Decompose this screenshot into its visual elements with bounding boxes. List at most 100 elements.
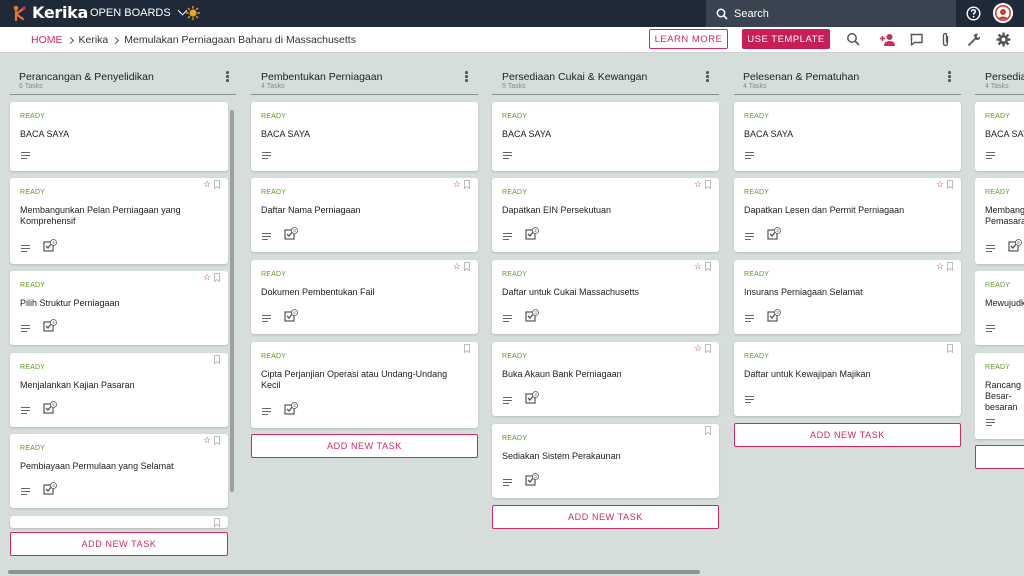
task-card[interactable]: READY BACA SAYA [734,102,961,171]
search-icon [716,8,728,20]
task-card[interactable]: ☆ READY Dokumen Pembentukan Fail 4 [251,260,478,334]
star-icon[interactable]: ☆ [694,344,702,353]
star-icon[interactable]: ☆ [203,273,211,282]
open-boards-menu[interactable]: OPEN BOARDS [90,5,188,19]
task-card[interactable]: READY Cipta Perjanjian Operasi atau Unda… [251,342,478,428]
star-icon[interactable]: ☆ [936,180,944,189]
bookmark-icon[interactable] [705,344,711,353]
top-bar: Kerika OPEN BOARDS [0,0,1024,27]
bookmark-icon[interactable] [464,344,470,353]
add-new-task-button[interactable]: ADD NEW TASK [10,532,228,556]
description-icon [503,315,512,324]
task-card[interactable]: READY Rancang Besar-besaran [975,353,1024,439]
search-input[interactable] [734,7,934,20]
star-icon[interactable]: ☆ [203,180,211,189]
task-card[interactable]: ☆ READY Buka Akaun Bank Perniagaan 3 [492,342,719,416]
brand-name: Kerika [32,3,88,22]
checklist-icon: 4 [43,319,57,332]
column-title: Persediaan [985,71,1024,83]
settings-icon[interactable] [996,32,1011,47]
task-status: READY [261,353,287,360]
board-horizontal-scrollbar[interactable] [0,568,1024,576]
column-menu-icon[interactable] [226,71,230,83]
star-icon[interactable]: ☆ [936,262,944,271]
bookmark-icon[interactable] [214,355,220,364]
task-title: Sediakan Sistem Perakaunan [502,451,621,461]
task-card[interactable]: READY BACA SAYA [492,102,719,171]
bookmark-icon[interactable] [947,344,953,353]
bookmark-icon[interactable] [947,180,953,189]
bookmark-icon[interactable] [214,436,220,445]
bookmark-icon[interactable] [705,426,711,435]
task-card[interactable]: ☆ READY Dapatkan Lesen dan Permit Pernia… [734,178,961,252]
task-card[interactable]: ☆ READY Insurans Perniagaan Selamat 3 [734,260,961,334]
task-card[interactable]: READY Mewujudkan [975,271,1024,345]
task-card[interactable]: ☆ READY Pilih Struktur Perniagaan 4 [10,271,228,345]
scrollbar-thumb[interactable] [8,570,700,574]
task-card[interactable]: READY Daftar untuk Kewajipan Majikan [734,342,961,416]
learn-more-button[interactable]: LEARN MORE [649,29,728,49]
bookmark-icon[interactable] [214,180,220,189]
checklist-icon: 5 [1008,239,1022,252]
task-title: Membangunkan Pelan Perniagaan yang Kompr… [20,205,181,226]
breadcrumb-home[interactable]: HOME [31,34,63,46]
attachment-icon[interactable] [938,32,953,47]
bookmark-icon[interactable] [705,180,711,189]
task-card[interactable]: ☆ READY Pembiayaan Permulaan yang Selama… [10,434,228,508]
star-icon[interactable]: ☆ [453,262,461,271]
star-icon[interactable]: ☆ [694,180,702,189]
task-card[interactable]: ☆ READY Dapatkan EIN Persekutuan 2 [492,178,719,252]
bookmark-icon[interactable] [464,262,470,271]
task-card[interactable]: ☆ READY Membangunkan Pelan Perniagaan ya… [10,178,228,264]
task-card[interactable]: READY BACA SAYA [975,102,1024,171]
column-task-count: 5 Tasks [502,83,526,90]
star-icon[interactable]: ☆ [203,436,211,445]
column-menu-icon[interactable] [706,71,710,83]
breadcrumb-account[interactable]: Kerika [79,34,109,46]
column-task-count: 4 Tasks [261,83,285,90]
add-new-task-button[interactable]: ADD NEW TASK [492,505,719,529]
help-icon[interactable] [966,6,981,21]
column-pelesenan: Pelesenan & Pematuhan 4 Tasks READY BACA… [734,53,961,453]
task-card[interactable]: ☆ READY Daftar Nama Perniagaan 3 [251,178,478,252]
search-icon[interactable] [846,32,861,47]
column-header: Pelesenan & Pematuhan 4 Tasks [734,53,961,95]
avatar[interactable] [993,3,1013,23]
star-icon[interactable]: ☆ [453,180,461,189]
task-card[interactable]: READY Menjalankan Kajian Pasaran 5 [10,353,228,427]
bookmark-icon[interactable] [947,262,953,271]
task-title: BACA SAYA [20,129,70,139]
tools-icon[interactable] [966,32,981,47]
add-person-icon[interactable] [879,32,896,47]
sun-icon[interactable] [186,6,200,20]
task-card[interactable]: READY BACA SAYA [251,102,478,171]
task-title: BACA SAYA [985,129,1024,139]
task-card[interactable]: READY Membangunkan Pemasaran 5 [975,178,1024,264]
task-card[interactable]: READY BACA SAYA [10,102,228,171]
add-new-task-button[interactable]: ADD NEW TASK [734,423,961,447]
bookmark-icon[interactable] [214,518,220,527]
column-scrollbar[interactable] [229,110,235,556]
task-title: Mewujudkan [985,298,1024,308]
scrollbar-thumb[interactable] [230,110,234,492]
description-icon [986,152,995,161]
column-menu-icon[interactable] [948,71,952,83]
bookmark-icon[interactable] [464,180,470,189]
add-new-task-button[interactable]: ADD NEW TASK [251,434,478,458]
task-status: READY [744,113,770,120]
breadcrumb-bar: HOME Kerika Memulakan Perniagaan Baharu … [0,27,1024,53]
column-title: Pembentukan Perniagaan [261,71,383,83]
task-card[interactable]: ☆ READY Daftar untuk Cukai Massachusetts… [492,260,719,334]
column-menu-icon[interactable] [465,71,469,83]
task-card[interactable]: READY Sediakan Sistem Perakaunan 3 [492,424,719,498]
star-icon[interactable]: ☆ [694,262,702,271]
checklist-icon: 3 [767,227,781,240]
use-template-button[interactable]: USE TEMPLATE [742,29,830,49]
task-card-partial[interactable] [10,516,228,528]
add-new-task-button[interactable] [975,445,1024,469]
chat-icon[interactable] [909,32,924,47]
description-icon [21,152,30,161]
kerika-logo[interactable]: Kerika [10,3,88,22]
bookmark-icon[interactable] [214,273,220,282]
bookmark-icon[interactable] [705,262,711,271]
